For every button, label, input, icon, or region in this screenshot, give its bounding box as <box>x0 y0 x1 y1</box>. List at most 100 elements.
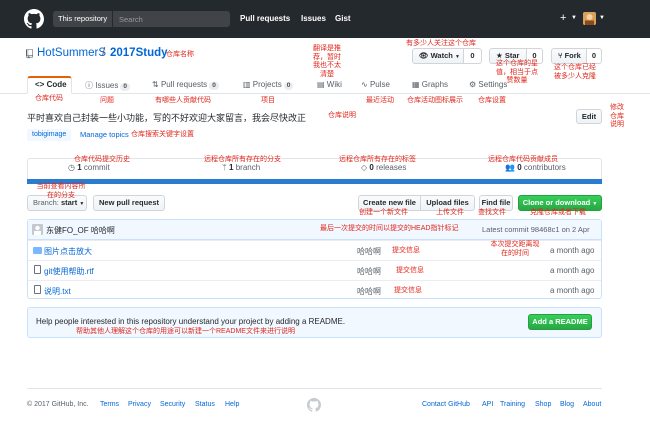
annotation-commit-message: 提交信息 <box>394 287 422 294</box>
readme-prompt-text: Help people interested in this repositor… <box>36 317 346 326</box>
footer-divider <box>27 388 602 389</box>
edit-description-button[interactable]: Edit <box>576 109 602 124</box>
language-bar[interactable] <box>27 179 602 184</box>
footer-link-privacy[interactable]: Privacy <box>128 401 151 408</box>
contributors-link[interactable]: 👥 0 contributors <box>505 163 566 172</box>
star-icon: ★ <box>496 51 503 60</box>
annotation-clone: 克隆仓库或者下载 <box>530 209 586 216</box>
nav-gist[interactable]: Gist <box>335 14 351 23</box>
watch-button[interactable]: 👁 Watch ▼ <box>412 48 464 64</box>
gear-icon: ⚙ <box>469 80 477 89</box>
annotation-forks: 这个仓库已经 被多少人克隆 <box>554 64 596 80</box>
footer-link-terms[interactable]: Terms <box>100 401 119 408</box>
tab-graphs[interactable]: ▦ Graphs <box>412 80 448 89</box>
fork-count[interactable]: 0 <box>587 48 602 64</box>
plus-icon[interactable]: + <box>560 12 566 24</box>
file-name-link[interactable]: git使用帮助.rtf <box>44 266 94 277</box>
manage-topics-link[interactable]: Manage topics <box>80 130 129 139</box>
footer-link-about[interactable]: About <box>583 401 601 408</box>
pull-request-icon: ⇅ <box>152 80 159 89</box>
project-icon: ▥ <box>243 80 251 89</box>
annotation-create-file: 创建一个新文件 <box>359 209 408 216</box>
github-mark-icon[interactable] <box>307 398 321 412</box>
footer-link-security[interactable]: Security <box>160 401 185 408</box>
branches-link[interactable]: ᛘ 1 branch <box>222 163 260 172</box>
annotation-current-branch: 当前查看内容所 在的分支 <box>36 183 86 199</box>
chevron-down-icon[interactable]: ▼ <box>571 15 577 21</box>
people-icon: 👥 <box>505 163 515 172</box>
tab-pulse[interactable]: ∿ Pulse <box>361 80 390 89</box>
watch-count[interactable]: 0 <box>464 48 482 64</box>
annotation-commit-message: 提交信息 <box>392 247 420 254</box>
footer-link-api[interactable]: API <box>482 401 493 408</box>
file-name-link[interactable]: 说明.txt <box>44 286 71 297</box>
annotation-translate: 翻译是推 荐，暂时 我也不太 清楚 <box>313 45 341 78</box>
footer-link-blog[interactable]: Blog <box>560 401 574 408</box>
tab-pull-requests[interactable]: ⇅ Pull requests 0 <box>152 80 219 90</box>
tab-projects[interactable]: ▥ Projects 0 <box>243 80 294 90</box>
annotation-upload: 上传文件 <box>436 209 464 216</box>
repo-description: 平时喜欢自己封装一些小功能，写的不好欢迎大家留言，我会尽快改正 <box>27 113 307 123</box>
repo-icon <box>26 49 33 59</box>
annotation-pulls: 有哪些人贡献代码 <box>155 97 211 104</box>
chevron-down-icon[interactable]: ▼ <box>599 15 605 21</box>
avatar-image-icon <box>583 12 596 25</box>
file-commit-message[interactable]: 哈哈啊 <box>357 266 381 277</box>
table-row[interactable] <box>28 280 601 299</box>
issue-icon: ⓘ <box>85 81 93 90</box>
footer-link-shop[interactable]: Shop <box>535 401 551 408</box>
footer-link-status[interactable]: Status <box>195 401 215 408</box>
table-row[interactable] <box>28 260 601 279</box>
watch-label: Watch <box>430 51 453 60</box>
committer-avatar[interactable] <box>32 224 43 235</box>
add-readme-button[interactable]: Add a README <box>528 314 592 330</box>
annotation-commit-message: 提交信息 <box>396 267 424 274</box>
new-pull-request-button[interactable]: New pull request <box>93 195 165 211</box>
file-icon <box>34 265 41 274</box>
tab-code-label[interactable]: <> Code <box>35 80 67 89</box>
search-input[interactable] <box>114 11 230 27</box>
footer-copyright: © 2017 GitHub, Inc. <box>27 401 89 408</box>
footer-link-training[interactable]: Training <box>500 401 525 408</box>
annotation-projects: 项目 <box>261 97 275 104</box>
commit-author-message[interactable]: 东健FO_OF 哈哈啊 <box>46 225 115 236</box>
chevron-down-icon: ▼ <box>79 201 85 207</box>
annotation-find: 查找文件 <box>478 209 506 216</box>
tab-wiki[interactable]: ▤ Wiki <box>317 80 342 89</box>
annotation-pulse: 最近活动 <box>366 97 394 104</box>
releases-link[interactable]: ◇ 0 releases <box>361 163 406 172</box>
file-name-link[interactable]: 图片点击放大 <box>44 246 92 257</box>
search-scope-label: This repository <box>53 11 113 27</box>
commits-link[interactable]: ◷ 1 commit <box>68 163 110 172</box>
file-commit-message[interactable]: 哈哈啊 <box>357 286 381 297</box>
annotation-branches: 远程仓库所有存在的分支 <box>204 156 281 163</box>
graph-icon: ▦ <box>412 80 420 89</box>
annotation-latest-commit: 最后一次提交的时间以提交的HEAD指针标记 <box>320 225 459 232</box>
book-icon: ▤ <box>317 80 325 89</box>
repo-separator: / <box>102 47 106 59</box>
annotation-contributors: 远程仓库代码贡献成员 <box>488 156 558 163</box>
footer-link-help[interactable]: Help <box>225 401 239 408</box>
annotation-readme: 帮助其他人理解这个仓库的用途可以新建一个README文件来进行说明 <box>76 328 295 335</box>
avatar[interactable] <box>583 12 596 25</box>
star-label: Star <box>504 51 520 60</box>
repo-name-link[interactable]: 2017Study <box>110 47 168 59</box>
file-icon <box>34 285 41 294</box>
annotation-settings: 仓库设置 <box>478 97 506 104</box>
repo-owner-link[interactable]: HotSummerS <box>37 47 106 59</box>
annotation-issues: 问题 <box>100 97 114 104</box>
tab-issues[interactable]: ⓘ Issues 0 <box>85 80 130 91</box>
footer-link-contact[interactable]: Contact GitHub <box>422 401 470 408</box>
github-logo-icon[interactable] <box>24 9 44 29</box>
nav-issues[interactable]: Issues <box>301 14 326 23</box>
file-commit-message[interactable]: 哈哈啊 <box>357 246 381 257</box>
annotation-code: 仓库代码 <box>35 95 63 102</box>
annotation-watchers: 有多少人关注这个仓库 <box>406 40 476 47</box>
fork-icon: ⑂ <box>558 51 563 60</box>
pulse-icon: ∿ <box>361 80 368 89</box>
latest-commit[interactable]: Latest commit 98468c1 on 2 Apr <box>482 225 590 234</box>
fork-button[interactable]: ⑂ Fork <box>551 48 587 64</box>
nav-pull-requests[interactable]: Pull requests <box>240 14 290 23</box>
topic-tag[interactable]: tobigimage <box>27 129 72 141</box>
chevron-down-icon: ▼ <box>592 201 598 207</box>
